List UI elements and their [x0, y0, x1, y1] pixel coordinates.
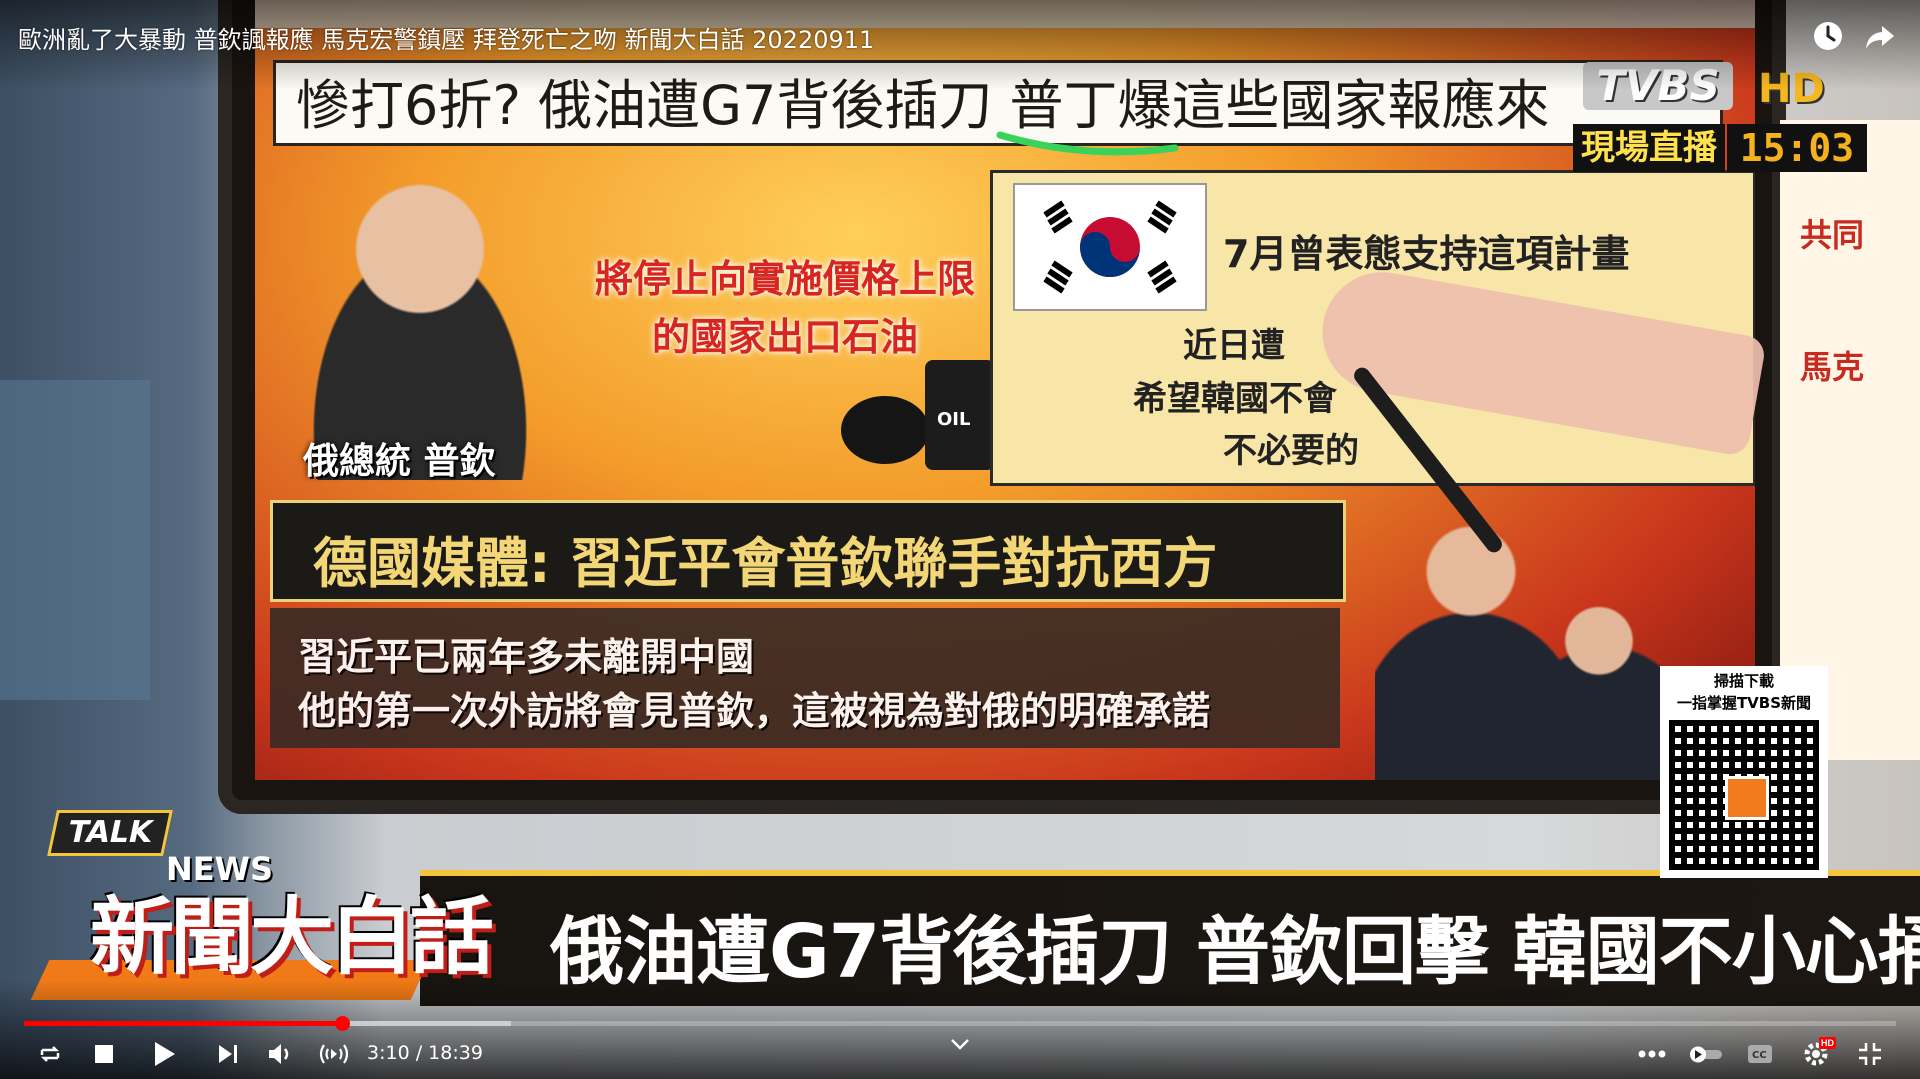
adjacent-text-2: 馬克	[1800, 348, 1865, 386]
qr-download-box: 掃描下載 一指掌握TVBS新聞	[1660, 666, 1828, 878]
clock-icon[interactable]	[1810, 18, 1846, 54]
volume-icon[interactable]	[262, 1036, 298, 1072]
video-frame: 慘打6折? 俄油遭G7背後插刀 普丁爆這些國家報應來 俄總統 普欽 將停止向實施…	[0, 0, 1920, 1079]
stop-icon[interactable]	[86, 1036, 122, 1072]
exit-fullscreen-icon[interactable]	[1852, 1036, 1888, 1072]
video-player[interactable]: 慘打6折? 俄油遭G7背後插刀 普丁爆這些國家報應來 俄總統 普欽 將停止向實施…	[0, 0, 1920, 1079]
xi-text-line2: 他的第一次外訪將會見普欽，這被視為對俄的明確承諾	[298, 689, 1211, 733]
xi-putin-photo	[1375, 490, 1695, 780]
settings-icon[interactable]: HD	[1798, 1036, 1836, 1072]
barrel-label-1: OIL	[937, 409, 970, 430]
putin-caption: 俄總統 普欽	[303, 441, 496, 482]
quality-badge: HD	[1819, 1037, 1836, 1049]
progress-played	[24, 1021, 343, 1026]
show-talk-label: TALK	[47, 810, 173, 856]
current-time: 3:10	[367, 1042, 410, 1064]
korea-text-line1: 7月曾表態支持這項計畫	[1223, 232, 1630, 276]
green-marker-underline	[996, 131, 1179, 156]
studio-background	[0, 380, 150, 700]
broadcast-icon[interactable]	[316, 1036, 352, 1072]
player-controls: 3:10 / 18:39 CC HD	[0, 1032, 1920, 1076]
korea-flag-icon	[1013, 183, 1207, 311]
time-display: 3:10 / 18:39	[367, 1042, 483, 1064]
adjacent-text-1: 共同	[1800, 216, 1865, 254]
next-icon[interactable]	[210, 1036, 246, 1072]
duration: 18:39	[428, 1042, 483, 1064]
adjacent-monitor: 共同 馬克	[1780, 120, 1920, 760]
live-label: 現場直播	[1573, 124, 1725, 172]
video-title[interactable]: 歐洲亂了大暴動 普欽諷報應 馬克宏警鎮壓 拜登死亡之吻 新聞大白話 202209…	[18, 20, 874, 55]
korea-text-line4: 不必要的	[1223, 431, 1359, 471]
show-name: 新聞大白話	[90, 888, 494, 986]
xi-text-line1: 習近平已兩年多未離開中國	[298, 635, 755, 679]
captions-icon[interactable]: CC	[1742, 1036, 1778, 1072]
korea-text-line2: 近日遭	[1183, 326, 1285, 366]
xi-text-panel: 習近平已兩年多未離開中國 他的第一次外訪將會見普欽，這被視為對俄的明確承諾	[270, 608, 1340, 748]
korea-text-line3: 希望韓國不會	[1133, 379, 1337, 419]
share-icon[interactable]	[1862, 18, 1898, 54]
time-separator: /	[409, 1042, 429, 1064]
play-icon[interactable]	[146, 1036, 182, 1072]
qr-code-icon	[1669, 720, 1819, 870]
progress-bar[interactable]	[24, 1016, 1896, 1031]
more-icon[interactable]	[1634, 1036, 1670, 1072]
live-clock: 15:03	[1727, 124, 1867, 172]
autoplay-toggle-icon[interactable]	[1688, 1036, 1724, 1072]
svg-text:CC: CC	[1752, 1050, 1767, 1061]
german-media-text: 德國媒體: 習近平會普欽聯手對抗西方	[313, 532, 1218, 595]
loop-icon[interactable]	[32, 1036, 68, 1072]
putin-quote-line1: 將停止向實施價格上限	[594, 257, 975, 301]
qr-line2: 一指掌握TVBS新聞	[1676, 694, 1812, 712]
german-media-bar: 德國媒體: 習近平會普欽聯手對抗西方	[270, 500, 1346, 602]
qr-line1: 掃描下載	[1713, 672, 1774, 690]
